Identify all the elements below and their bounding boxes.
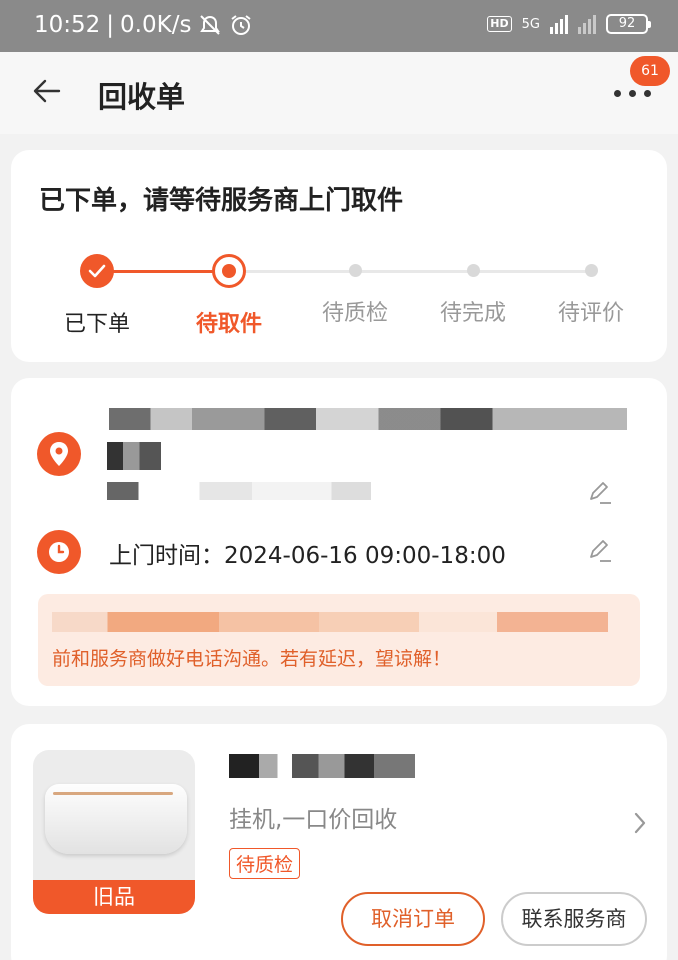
step-ordered: 已下单 [37, 250, 157, 338]
edit-address-icon[interactable] [587, 480, 613, 506]
status-time: 10:52 [34, 12, 101, 38]
step-label: 待评价 [557, 301, 624, 326]
redacted-contact [107, 442, 161, 470]
pickup-info-card: 上门时间：2024-06-16 09:00-18:00 前和服务商做好电话沟通。… [11, 378, 667, 706]
status-speed: 0.0K/s [120, 12, 192, 38]
step-complete: 待完成 [413, 250, 533, 327]
step-review: 待评价 [531, 250, 651, 327]
step-label: 待完成 [439, 301, 506, 326]
status-left: 10:52 | 0.0K/s [34, 12, 253, 38]
status-bar: 10:52 | 0.0K/s HD 5G 92 [0, 0, 678, 52]
product-thumbnail[interactable]: 旧品 [33, 750, 195, 914]
used-item-tag: 旧品 [33, 880, 195, 914]
step-pickup: 待取件 [169, 250, 289, 338]
mute-icon [200, 15, 221, 35]
contact-provider-button[interactable]: 联系服务商 [501, 892, 647, 946]
signal-secondary-icon [578, 14, 596, 34]
step-inspection: 待质检 [295, 250, 415, 327]
order-status-card: 已下单，请等待服务商上门取件 已下单 待取件 待质检 待完成 待评价 [11, 150, 667, 362]
status-right: HD 5G 92 [487, 14, 651, 34]
nav-bar: 回收单 61 [0, 52, 678, 134]
back-arrow-icon[interactable] [32, 76, 62, 106]
alarm-icon [231, 15, 252, 35]
cancel-order-button[interactable]: 取消订单 [341, 892, 485, 946]
status-divider: | [106, 12, 115, 38]
signal-icon [550, 14, 568, 34]
network-label: 5G [521, 16, 540, 32]
product-card: 旧品 挂机,一口价回收 待质检 取消订单 联系服务商 [11, 724, 667, 960]
more-dot-icon [644, 90, 651, 97]
more-dot-icon [629, 90, 636, 97]
location-pin-icon [37, 432, 81, 476]
edit-time-icon[interactable] [587, 538, 613, 564]
step-label: 待取件 [195, 312, 262, 337]
redacted-notice [52, 612, 608, 632]
pending-step-icon [348, 264, 362, 277]
clock-icon [37, 530, 81, 574]
step-label: 待质检 [321, 301, 388, 326]
more-dot-icon [614, 90, 621, 97]
redacted-product-name [229, 754, 415, 778]
chevron-right-icon[interactable] [633, 812, 647, 834]
progress-steps: 已下单 待取件 待质检 待完成 待评价 [11, 250, 667, 340]
delay-notice: 前和服务商做好电话沟通。若有延迟，望谅解！ [38, 594, 640, 686]
check-icon [80, 254, 114, 288]
hd-badge: HD [487, 16, 512, 32]
current-step-icon [212, 254, 246, 288]
inspection-status-badge: 待质检 [229, 848, 301, 879]
message-count-badge: 61 [630, 56, 670, 86]
redacted-address [109, 408, 627, 430]
pending-step-icon [466, 264, 480, 277]
redacted-phone [107, 482, 371, 500]
notice-text: 前和服务商做好电话沟通。若有延迟，望谅解！ [52, 648, 452, 670]
order-status-title: 已下单，请等待服务商上门取件 [39, 186, 404, 216]
page-title: 回收单 [98, 80, 186, 114]
pending-step-icon [584, 264, 598, 277]
battery-icon: 92 [606, 14, 651, 34]
step-label: 已下单 [63, 312, 130, 337]
battery-level: 92 [618, 16, 636, 31]
visit-time: 上门时间：2024-06-16 09:00-18:00 [109, 543, 506, 569]
product-subtitle: 挂机,一口价回收 [229, 807, 398, 833]
air-conditioner-image [45, 784, 187, 854]
